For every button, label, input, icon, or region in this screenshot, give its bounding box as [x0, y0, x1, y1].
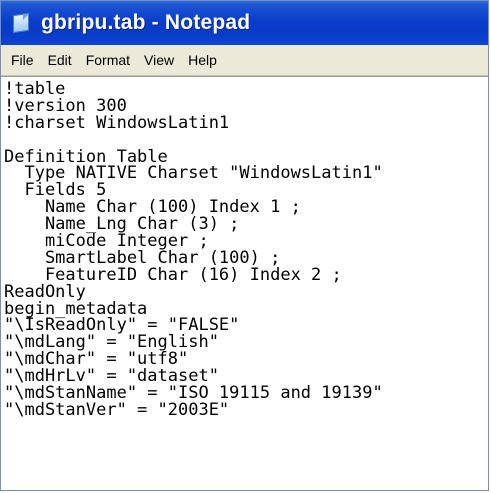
window-title: gbripu.tab - Notepad: [41, 11, 251, 34]
menu-help[interactable]: Help: [182, 52, 223, 68]
text-editor-area[interactable]: !table !version 300 !charset WindowsLati…: [1, 76, 488, 490]
menu-format[interactable]: Format: [80, 52, 136, 68]
text-line: "\mdStanVer" = "2003E": [4, 399, 230, 420]
notepad-icon[interactable]: [11, 12, 33, 34]
menu-edit[interactable]: Edit: [42, 52, 78, 68]
menu-file[interactable]: File: [5, 52, 40, 68]
text-content: !table !version 300 !charset WindowsLati…: [1, 77, 488, 419]
notepad-window: gbripu.tab - Notepad File Edit Format Vi…: [0, 0, 489, 491]
text-line: !charset WindowsLatin1: [4, 112, 230, 133]
title-bar[interactable]: gbripu.tab - Notepad: [1, 1, 488, 45]
menu-bar: File Edit Format View Help: [1, 45, 488, 76]
menu-view[interactable]: View: [138, 52, 180, 68]
